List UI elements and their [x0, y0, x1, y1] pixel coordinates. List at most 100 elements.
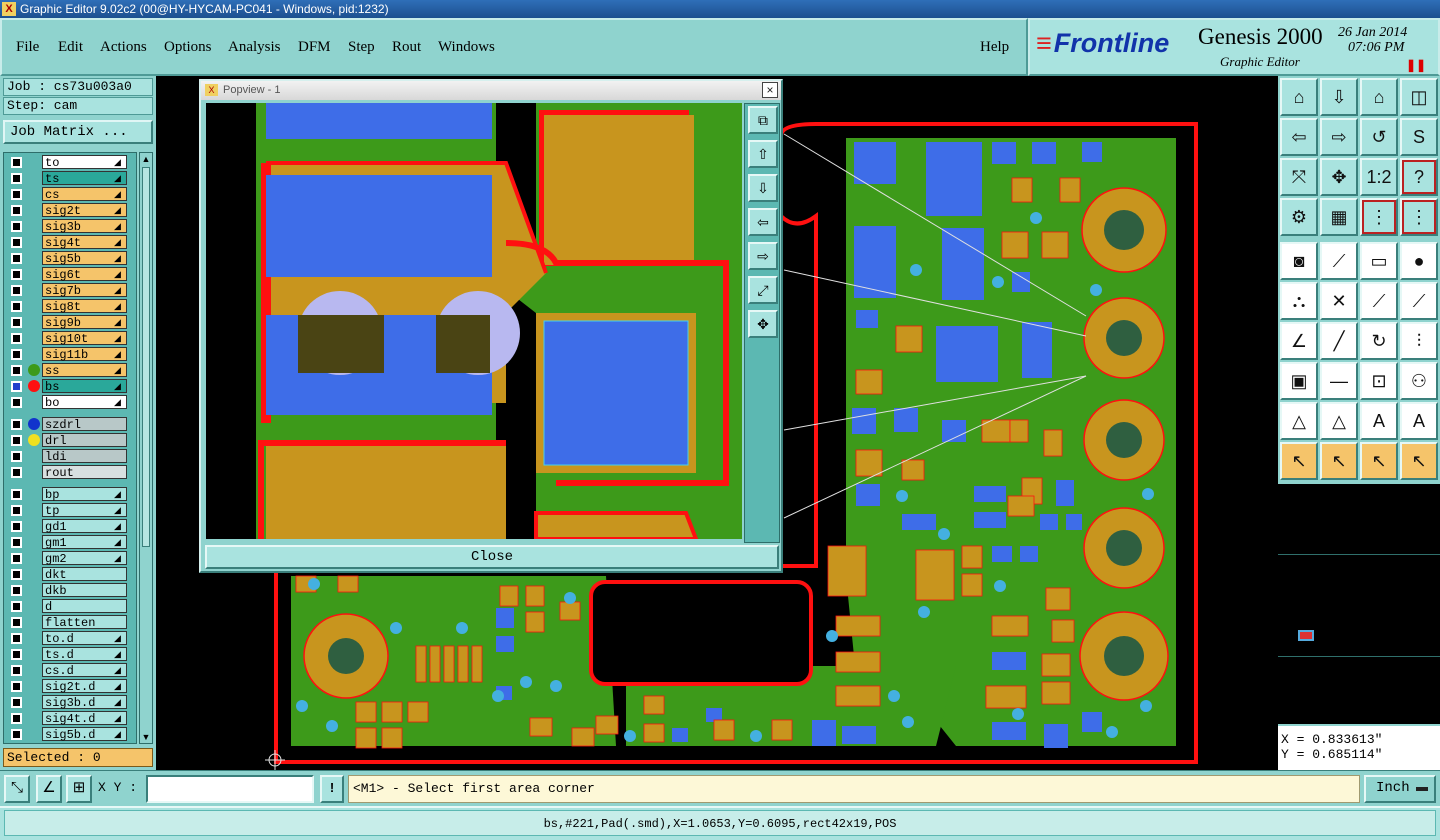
- layer-visibility-checkbox[interactable]: [11, 521, 22, 532]
- menu-actions[interactable]: Actions: [100, 39, 147, 56]
- layer-visibility-checkbox[interactable]: [11, 569, 22, 580]
- layer-row[interactable]: dkb: [6, 583, 136, 598]
- layer-visibility-checkbox[interactable]: [11, 301, 22, 312]
- components-icon[interactable]: ⚇: [1400, 362, 1438, 400]
- layer-visibility-checkbox[interactable]: [11, 189, 22, 200]
- snap-net-icon[interactable]: ⋮: [1400, 198, 1438, 236]
- layer-row[interactable]: bp ◢: [6, 487, 136, 502]
- layer-row[interactable]: ts.d ◢: [6, 647, 136, 662]
- layer-row[interactable]: ss ◢: [6, 363, 136, 378]
- triangle-tool-icon[interactable]: △: [1280, 402, 1318, 440]
- layer-row[interactable]: sig10t ◢: [6, 331, 136, 346]
- layer-visibility-checkbox[interactable]: [11, 237, 22, 248]
- layer-row[interactable]: gd1 ◢: [6, 519, 136, 534]
- layer-row[interactable]: sig8t ◢: [6, 299, 136, 314]
- menu-options[interactable]: Options: [164, 39, 212, 56]
- zoom-home-icon[interactable]: ⌂: [1280, 78, 1318, 116]
- layer-visibility-checkbox[interactable]: [11, 435, 22, 446]
- layer-row[interactable]: sig4t ◢: [6, 235, 136, 250]
- popview-close-button[interactable]: Close: [205, 545, 779, 569]
- layer-visibility-checkbox[interactable]: [11, 253, 22, 264]
- layer-row[interactable]: sig3b ◢: [6, 219, 136, 234]
- layer-row[interactable]: sig5b ◢: [6, 251, 136, 266]
- popview-drawing[interactable]: [206, 103, 742, 539]
- overview-map[interactable]: [1278, 484, 1440, 724]
- merge-tool-icon[interactable]: ⫶: [1400, 322, 1438, 360]
- scroll-thumb[interactable]: [142, 167, 150, 547]
- layer-row[interactable]: sig2t ◢: [6, 203, 136, 218]
- job-matrix-button[interactable]: Job Matrix ...: [3, 120, 153, 144]
- xy-input[interactable]: [146, 775, 314, 803]
- layer-row[interactable]: d: [6, 599, 136, 614]
- net-connect-icon[interactable]: ⛬: [1280, 282, 1318, 320]
- layer-row[interactable]: sig7b ◢: [6, 283, 136, 298]
- zoom-down-icon[interactable]: ⇩: [1320, 78, 1358, 116]
- overview-view-marker[interactable]: [1298, 630, 1314, 641]
- layer-row[interactable]: sig2t.d ◢: [6, 679, 136, 694]
- layer-row[interactable]: szdrl: [6, 417, 136, 432]
- menu-file[interactable]: File: [16, 39, 39, 56]
- layer-visibility-checkbox[interactable]: [11, 419, 22, 430]
- layer-visibility-checkbox[interactable]: [11, 585, 22, 596]
- layer-visibility-checkbox[interactable]: [11, 553, 22, 564]
- layer-row[interactable]: cs ◢: [6, 187, 136, 202]
- layer-row[interactable]: dkt: [6, 567, 136, 582]
- popview-titlebar[interactable]: X Popview - 1 ×: [201, 81, 781, 100]
- diagonal-tool-icon[interactable]: ╱: [1320, 322, 1358, 360]
- split-view-icon[interactable]: ◫: [1400, 78, 1438, 116]
- menu-rout[interactable]: Rout: [392, 39, 421, 56]
- menu-analysis[interactable]: Analysis: [228, 39, 281, 56]
- menu-edit[interactable]: Edit: [58, 39, 83, 56]
- layer-row[interactable]: rout: [6, 465, 136, 480]
- popview-zoom-out-icon[interactable]: ✥: [748, 310, 778, 338]
- layer-visibility-checkbox[interactable]: [11, 649, 22, 660]
- pause-icon[interactable]: ❚❚: [1406, 58, 1426, 72]
- layer-row[interactable]: gm2 ◢: [6, 551, 136, 566]
- menu-help[interactable]: Help: [980, 39, 1009, 56]
- layer-visibility-checkbox[interactable]: [11, 285, 22, 296]
- layer-row[interactable]: sig9b ◢: [6, 315, 136, 330]
- popview-zoom-in-icon[interactable]: ⤢: [748, 276, 778, 304]
- ruler-icon[interactable]: ▭: [1360, 242, 1398, 280]
- scroll-down-icon[interactable]: ▼: [140, 731, 152, 743]
- layer-visibility-checkbox[interactable]: [11, 713, 22, 724]
- layer-visibility-checkbox[interactable]: [11, 617, 22, 628]
- units-select[interactable]: Inch: [1364, 775, 1436, 803]
- layer-row[interactable]: ldi: [6, 449, 136, 464]
- layer-visibility-checkbox[interactable]: [11, 505, 22, 516]
- pan-right-icon[interactable]: ⇨: [1320, 118, 1358, 156]
- layer-visibility-checkbox[interactable]: [11, 451, 22, 462]
- layer-row[interactable]: bo ◢: [6, 395, 136, 410]
- layer-row[interactable]: cs.d ◢: [6, 663, 136, 678]
- layer-row[interactable]: gm1 ◢: [6, 535, 136, 550]
- angle-tool-icon[interactable]: ∠: [1280, 322, 1318, 360]
- layer-row[interactable]: ts ◢: [6, 171, 136, 186]
- popview-pan-up-icon[interactable]: ⇧: [748, 140, 778, 168]
- feature-info-icon[interactable]: ▣: [1280, 362, 1318, 400]
- layer-visibility-checkbox[interactable]: [11, 601, 22, 612]
- layer-row[interactable]: tp ◢: [6, 503, 136, 518]
- layer-visibility-checkbox[interactable]: [11, 157, 22, 168]
- menu-dfm[interactable]: DFM: [298, 39, 331, 56]
- triangle-cross-icon[interactable]: A: [1400, 402, 1438, 440]
- route-icon[interactable]: ⟋: [1360, 282, 1398, 320]
- layer-visibility-checkbox[interactable]: [11, 205, 22, 216]
- home-view-icon[interactable]: ⌂: [1360, 78, 1398, 116]
- popview-zoom-fit-icon[interactable]: ⧉: [748, 106, 778, 134]
- layer-visibility-checkbox[interactable]: [11, 173, 22, 184]
- pointer-icon[interactable]: ↖: [1280, 442, 1318, 480]
- scroll-up-icon[interactable]: ▲: [140, 153, 152, 165]
- layer-visibility-checkbox[interactable]: [11, 349, 22, 360]
- angle-mode-icon[interactable]: ∠: [36, 775, 62, 803]
- menu-step[interactable]: Step: [348, 39, 375, 56]
- layer-visibility-checkbox[interactable]: [11, 221, 22, 232]
- layer-row[interactable]: sig5b.d ◢: [6, 727, 136, 742]
- pad-tool-icon[interactable]: ●: [1400, 242, 1438, 280]
- measure-icon[interactable]: ⚙: [1280, 198, 1318, 236]
- popview-pan-down-icon[interactable]: ⇩: [748, 174, 778, 202]
- layer-row[interactable]: sig4t.d ◢: [6, 711, 136, 726]
- grid-icon[interactable]: ▦: [1320, 198, 1358, 236]
- layer-row[interactable]: flatten: [6, 615, 136, 630]
- layer-visibility-checkbox[interactable]: [11, 333, 22, 344]
- grid-snap-icon[interactable]: ⊞: [66, 775, 92, 803]
